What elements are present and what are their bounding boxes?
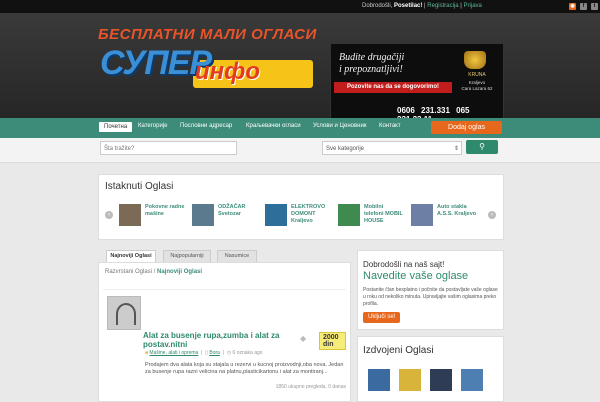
featured-item-title: Mobilni telefoni MOBIL HOUSE [364,204,403,224]
add-ad-button[interactable]: Dodaj oglas [431,121,502,134]
welcome-box: Dobrodošli na naš sajt! Navedite vaše og… [357,250,504,330]
welcome-big: Navedite vaše oglase [363,270,469,282]
search-bar: Šta tražite? Sve kategorije ⇕ ⚲ [0,138,600,163]
highlighted-ads-title: Izdvojeni Oglasi [363,345,434,356]
banner-cta: Pozovite nas da se dogovorimo! [334,82,452,93]
banner-brand: KRUNA [468,72,486,78]
nav-business-directory[interactable]: Пословни адресар [180,123,232,129]
highlighted-thumb[interactable] [461,369,483,391]
welcome-name: Posetilac! [394,3,423,9]
nav-terms-pricing[interactable]: Услови и Ценовник [313,123,366,129]
featured-carousel: Istaknuti Oglasi ‹ › Pokovne radne mašin… [98,174,504,240]
login-link[interactable]: Prijava [464,3,482,9]
featured-item-title: Pokovne radne mašine [145,204,185,217]
listing-description: Prodajem dva alata koja su stajala u rez… [145,362,344,375]
banner-address: Kraljevo Cara Lazara 62 [461,80,493,91]
listing-time: 6 oznaka ago [232,350,263,356]
category-select-value: Sve kategorije [326,146,365,152]
main-content: Razvrstani Oglasi / Najnoviji Oglasi Ala… [98,262,351,402]
welcome-text: Dobrodošli, Posetilac! | Registracija | … [362,3,482,9]
main-nav: Почетна Категорије Пословни адресар Краљ… [0,118,600,138]
crown-logo-icon [464,51,486,69]
featured-item-title: ELEKTROVO DOMONT Kraljevo [291,204,326,224]
select-arrows-icon: ⇕ [453,146,459,152]
facebook-icon[interactable]: f [580,3,587,10]
folder-icon: ■ [145,350,149,356]
nav-home[interactable]: Почетна [99,122,133,132]
featured-thumb [119,204,141,226]
highlighted-thumb[interactable] [430,369,452,391]
listing-meta: ■ Mašine, alati i oprema | ▯ Bora | ◷ 6 … [145,350,263,356]
highlighted-thumb[interactable] [399,369,421,391]
highlighted-ads-box: Izdvojeni Oglasi [357,336,504,402]
featured-item-title: Auto stakla A.S.S. Kraljevo [437,204,477,217]
highlighted-thumb[interactable] [368,369,390,391]
listing-stats: 1850 ukupno pregleda, 0 danas [275,384,346,390]
signup-button[interactable]: Uključi se! [363,312,401,323]
price-tag-icon: ◆ [300,334,307,343]
header: БЕСПЛАТНИ МАЛИ ОГЛАСИ СУПЕР инфо Budite … [0,13,600,124]
listing-title[interactable]: Alat za busenje rupa,zumba i alat za pos… [143,331,293,349]
featured-item-title: ODŽAČAR Svetozar [218,204,246,217]
listing-category[interactable]: Mašine, alati i oprema [149,350,198,356]
welcome-prefix: Dobrodošli, [362,3,395,9]
nav-categories[interactable]: Категорије [138,123,167,129]
breadcrumb-current: Najnoviji Oglasi [157,269,203,275]
featured-thumb [411,204,433,226]
featured-thumb [265,204,287,226]
banner-slogan: Budite drugačiji i prepoznatljivi! [339,52,405,75]
search-input[interactable]: Šta tražite? [100,141,237,155]
rss-icon[interactable]: ◉ [569,3,576,10]
carousel-next-icon[interactable]: › [488,211,496,219]
nav-contact[interactable]: Контакт [379,123,401,129]
list-item[interactable]: Alat za busenje rupa,zumba i alat za pos… [103,289,346,394]
logo-sub: инфо [195,58,261,85]
featured-thumb [192,204,214,226]
clock-icon: ◷ [226,350,232,356]
twitter-icon[interactable]: t [591,3,598,10]
nav-kraljevo-ads[interactable]: Краљевачки огласи [246,123,301,129]
listing-author[interactable]: Bora [209,350,220,356]
top-bar: Dobrodošli, Posetilac! | Registracija | … [0,0,600,13]
featured-thumb [338,204,360,226]
category-select[interactable]: Sve kategorije ⇕ [322,141,462,155]
search-icon: ⚲ [479,142,485,151]
listing-price: 2000 din [319,332,346,350]
listing-image[interactable] [107,296,141,330]
user-icon: ▯ [205,350,208,356]
breadcrumb-root[interactable]: Razvrstani Oglasi [105,269,152,275]
breadcrumb: Razvrstani Oglasi / Najnoviji Oglasi [105,269,202,275]
welcome-small: Dobrodošli na naš sajt! [363,260,445,269]
welcome-text-body: Postanite član besplatno i počnite da po… [363,287,498,307]
featured-title: Istaknuti Oglasi [105,181,174,192]
register-link[interactable]: Registracija [427,3,458,9]
ad-banner[interactable]: Budite drugačiji i prepoznatljivi! Pozov… [330,43,504,124]
logo-tagline: БЕСПЛАТНИ МАЛИ ОГЛАСИ [98,26,317,43]
search-button[interactable]: ⚲ [466,140,498,154]
carousel-prev-icon[interactable]: ‹ [105,211,113,219]
